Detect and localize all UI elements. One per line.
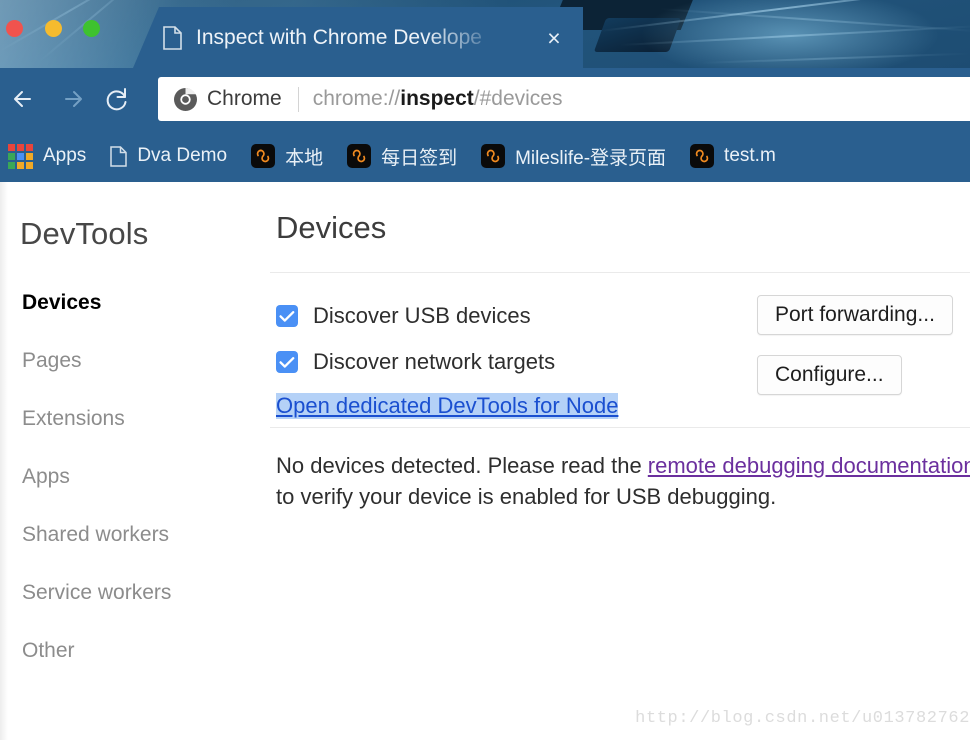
bookmark-label: Apps (43, 145, 87, 166)
tab-strip: Inspect with Chrome Develope × (0, 0, 970, 68)
chrome-logo-icon (174, 87, 197, 111)
bookmark-dva-demo[interactable]: Dva Demo (110, 145, 227, 167)
site-favicon-icon (481, 144, 506, 168)
section-divider (270, 427, 970, 428)
url-text: chrome://inspect/#devices (313, 87, 563, 111)
bookmark-label: 本地 (285, 147, 324, 169)
back-button[interactable] (2, 76, 48, 122)
sidebar-item-other[interactable]: Other (8, 622, 270, 680)
page-title: Devices (276, 210, 387, 245)
sidebar-title: DevTools (20, 216, 149, 251)
notice-tail: to verify your device is enabled for USB… (276, 484, 777, 510)
sidebar-item-devices[interactable]: Devices (8, 274, 270, 332)
tab-title: Inspect with Chrome Develope (196, 25, 482, 49)
browser-toolbar: Chrome chrome://inspect/#devices (0, 68, 970, 130)
sidebar-item-apps[interactable]: Apps (8, 448, 270, 506)
omnibox-divider (297, 86, 299, 112)
browser-tab[interactable]: Inspect with Chrome Develope × (133, 7, 583, 68)
bookmark-daily-signin[interactable]: 每日签到 (347, 143, 457, 170)
remote-debugging-documentation-link[interactable]: remote debugging documentation (648, 453, 970, 478)
arrow-left-icon (14, 91, 31, 107)
window-maximize-button[interactable] (83, 20, 100, 37)
check-icon (279, 310, 295, 322)
check-icon (279, 356, 295, 368)
discover-network-label: Discover network targets (313, 349, 556, 374)
bookmark-apps[interactable]: Apps (8, 143, 87, 169)
security-chip-label: Chrome (207, 87, 282, 110)
security-chip: Chrome (173, 87, 282, 112)
bookmark-mileslife[interactable]: Mileslife-登录页面 (481, 143, 666, 170)
bookmark-test-m[interactable]: test.m (690, 144, 776, 168)
configure-button[interactable]: Configure... (757, 355, 902, 396)
bookmark-bendi[interactable]: 本地 (251, 143, 323, 170)
address-bar[interactable]: Chrome chrome://inspect/#devices (158, 77, 970, 121)
port-forwarding-button[interactable]: Port forwarding... (757, 295, 953, 336)
browser-window: Inspect with Chrome Develope × Chrome ch… (0, 0, 970, 182)
open-node-devtools-link[interactable]: Open dedicated DevTools for Node (276, 393, 619, 419)
site-favicon-icon (347, 144, 372, 168)
arrow-right-icon (65, 91, 82, 107)
site-favicon-icon (251, 144, 276, 168)
sidebar-item-pages[interactable]: Pages (8, 332, 270, 390)
url-scheme: chrome:// (312, 87, 401, 110)
document-icon (163, 25, 182, 50)
window-minimize-button[interactable] (45, 20, 62, 37)
sidebar-item-service-workers[interactable]: Service workers (8, 564, 270, 622)
discovery-section: Discover USB devices Discover network ta… (270, 273, 970, 427)
watermark: http://blog.csdn.net/u013782762 (635, 709, 970, 728)
discover-usb-checkbox[interactable] (276, 305, 298, 327)
url-path: /#devices (473, 87, 563, 110)
page-content: DevTools Devices Pages Extensions Apps S… (0, 182, 970, 740)
sidebar-item-shared-workers[interactable]: Shared workers (8, 506, 270, 564)
apps-grid-icon (8, 143, 33, 169)
bookmark-label: test.m (724, 145, 776, 166)
window-close-button[interactable] (6, 20, 23, 37)
bookmark-label: Mileslife-登录页面 (515, 147, 667, 169)
discover-network-checkbox[interactable] (276, 351, 298, 373)
tab-close-icon[interactable]: × (543, 27, 565, 50)
reload-button[interactable] (94, 76, 140, 122)
devtools-sidebar: DevTools Devices Pages Extensions Apps S… (8, 182, 270, 740)
bookmark-label: 每日签到 (381, 147, 458, 169)
bookmarks-bar: Apps Dva Demo 本地 每日签到 Mileslife-登录页面 tes… (0, 130, 970, 182)
forward-button[interactable] (48, 76, 94, 122)
no-devices-notice: No devices detected. Please read the rem… (276, 450, 970, 512)
site-favicon-icon (690, 144, 715, 168)
page-left-gutter (0, 182, 8, 740)
reload-icon (106, 88, 127, 111)
browser-screenshot: Inspect with Chrome Develope × Chrome ch… (0, 0, 970, 740)
document-icon (110, 145, 128, 167)
url-host: inspect (400, 87, 474, 110)
bookmark-label: Dva Demo (137, 145, 228, 166)
devices-panel: Devices Discover USB devices Discover ne… (270, 182, 970, 740)
discover-usb-label: Discover USB devices (313, 303, 531, 328)
notice-lead: No devices detected. Please read the (276, 453, 648, 478)
sidebar-item-extensions[interactable]: Extensions (8, 390, 270, 448)
